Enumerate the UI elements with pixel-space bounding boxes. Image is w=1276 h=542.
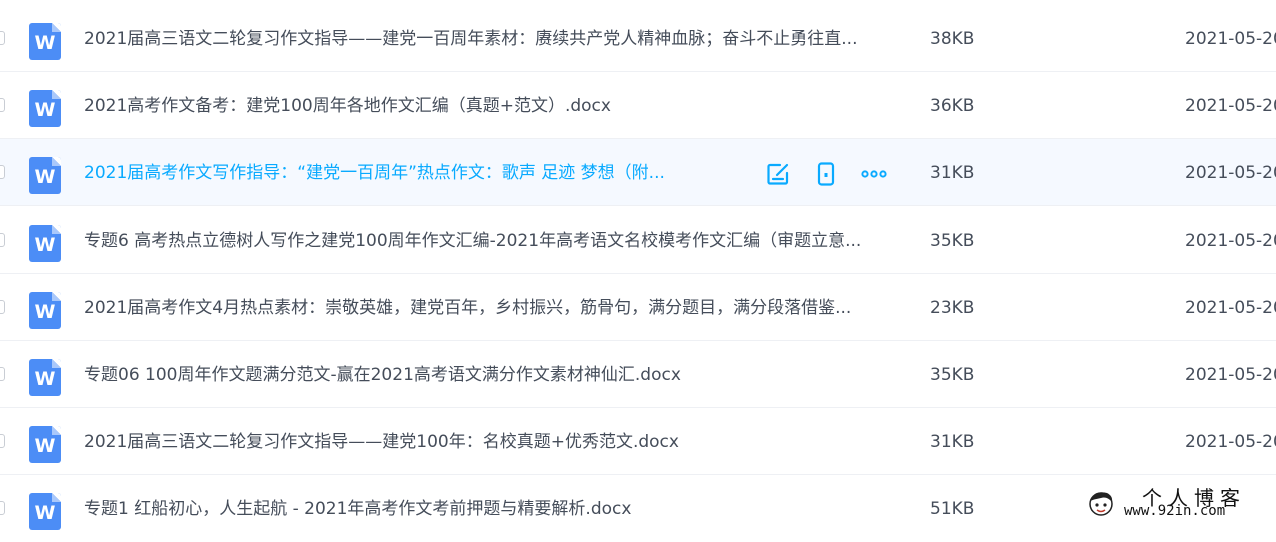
row-checkbox[interactable] xyxy=(0,300,5,314)
blog-watermark: 个人博客 www.92in.com xyxy=(1084,482,1276,525)
file-date: 2021-05-20 xyxy=(1185,365,1276,385)
mobile-icon[interactable] xyxy=(813,161,839,187)
row-checkbox[interactable] xyxy=(0,501,5,515)
file-size: 31KB xyxy=(930,432,975,452)
row-checkbox[interactable] xyxy=(0,367,5,381)
file-size: 35KB xyxy=(930,231,975,251)
word-doc-icon: W xyxy=(29,426,61,463)
file-name[interactable]: 专题06 100周年作文题满分范文-赢在2021高考语文满分作文素材神仙汇.do… xyxy=(84,363,894,387)
file-date: 2021-05-20 xyxy=(1185,163,1276,183)
word-doc-icon: W xyxy=(29,359,61,396)
file-name[interactable]: 2021高考作文备考：建党100周年各地作文汇编（真题+范文）.docx xyxy=(84,94,894,118)
word-doc-icon: W xyxy=(29,23,61,60)
file-date: 2021-05-20 xyxy=(1185,298,1276,318)
file-size: 23KB xyxy=(930,298,975,318)
row-checkbox[interactable] xyxy=(0,31,5,45)
file-row[interactable]: W 专题06 100周年作文题满分范文-赢在2021高考语文满分作文素材神仙汇.… xyxy=(0,341,1276,408)
more-icon[interactable] xyxy=(861,161,887,187)
word-doc-icon: W xyxy=(29,225,61,262)
file-size: 35KB xyxy=(930,365,975,385)
watermark-url: www.92in.com xyxy=(1124,503,1226,519)
file-name[interactable]: 专题1 红船初心，人生起航 - 2021年高考作文考前押题与精要解析.docx xyxy=(84,497,894,521)
file-date: 2021-05-20 xyxy=(1185,96,1276,116)
file-size: 38KB xyxy=(930,29,975,49)
file-date: 2021-05-20 xyxy=(1185,432,1276,452)
word-doc-icon: W xyxy=(29,90,61,127)
file-row[interactable]: W 2021届高考作文4月热点素材：崇敬英雄，建党百年，乡村振兴，筋骨句，满分题… xyxy=(0,274,1276,341)
file-row[interactable]: W 专题6 高考热点立德树人写作之建党100周年作文汇编-2021年高考语文名校… xyxy=(0,207,1276,274)
edit-icon[interactable] xyxy=(765,161,791,187)
file-name[interactable]: 2021届高三语文二轮复习作文指导——建党一百周年素材：赓续共产党人精神血脉；奋… xyxy=(84,27,894,51)
file-row[interactable]: W 2021届高三语文二轮复习作文指导——建党100年：名校真题+优秀范文.do… xyxy=(0,408,1276,475)
row-checkbox[interactable] xyxy=(0,233,5,247)
word-doc-icon: W xyxy=(29,157,61,194)
row-checkbox[interactable] xyxy=(0,98,5,112)
file-name[interactable]: 2021届高考作文4月热点素材：崇敬英雄，建党百年，乡村振兴，筋骨句，满分题目，… xyxy=(84,296,894,320)
word-doc-icon: W xyxy=(29,292,61,329)
row-checkbox[interactable] xyxy=(0,434,5,448)
word-doc-icon: W xyxy=(29,493,61,530)
row-checkbox[interactable] xyxy=(0,165,5,179)
file-size: 31KB xyxy=(930,163,975,183)
file-size: 51KB xyxy=(930,499,975,519)
file-date: 2021-05-20 xyxy=(1185,231,1276,251)
file-size: 36KB xyxy=(930,96,975,116)
file-name[interactable]: 2021届高三语文二轮复习作文指导——建党100年：名校真题+优秀范文.docx xyxy=(84,430,894,454)
file-date: 2021-05-20 xyxy=(1185,29,1276,49)
file-name[interactable]: 2021届高考作文写作指导：“建党一百周年”热点作文：歌声 足迹 梦想（附... xyxy=(84,161,689,185)
file-row[interactable]: W 2021届高三语文二轮复习作文指导——建党一百周年素材：赓续共产党人精神血脉… xyxy=(0,5,1276,72)
file-name[interactable]: 专题6 高考热点立德树人写作之建党100周年作文汇编-2021年高考语文名校模考… xyxy=(84,229,894,253)
file-row-hovered[interactable]: W 2021届高考作文写作指导：“建党一百周年”热点作文：歌声 足迹 梦想（附.… xyxy=(0,139,1276,206)
cartoon-face-icon xyxy=(1089,492,1113,516)
file-row[interactable]: W 2021高考作文备考：建党100周年各地作文汇编（真题+范文）.docx 3… xyxy=(0,72,1276,139)
